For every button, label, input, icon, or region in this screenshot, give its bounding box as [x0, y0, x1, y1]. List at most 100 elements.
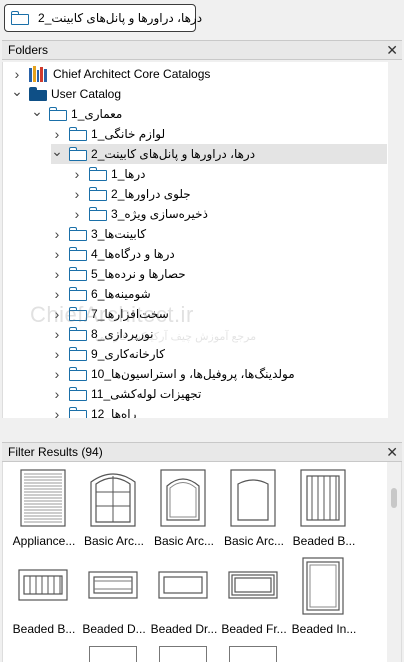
- catalog-item[interactable]: Appliance...: [9, 468, 77, 548]
- folders-panel-header: Folders ✕: [2, 40, 402, 60]
- chevron-right-icon[interactable]: ›: [51, 126, 63, 142]
- tree-item[interactable]: › شومینه‌ها_6: [3, 284, 401, 304]
- tree-item[interactable]: › حصارها و نرده‌ها_5: [3, 264, 401, 284]
- chevron-right-icon[interactable]: ›: [71, 166, 83, 182]
- tree-item-label: تجهیزات لوله‌کشی_11: [91, 387, 202, 401]
- chevron-right-icon[interactable]: ›: [51, 246, 63, 262]
- panel-splitter[interactable]: [2, 418, 402, 438]
- tree-item[interactable]: › سخت‌افزارها_7: [3, 304, 401, 324]
- catalog-item-thumbnail: [227, 468, 279, 528]
- tree-item-label: درها و درگاه‌ها_4: [91, 247, 175, 261]
- catalog-item-caption: Beaded B...: [292, 534, 356, 548]
- chevron-right-icon[interactable]: ›: [51, 226, 63, 242]
- catalog-item[interactable]: Beaded B...: [289, 468, 357, 548]
- folders-panel-title: Folders: [8, 43, 49, 57]
- tree-item-label: شومینه‌ها_6: [91, 287, 151, 301]
- folder-icon: [69, 287, 87, 301]
- folder-icon: [11, 11, 29, 25]
- tree-item[interactable]: › کارخانه‌کاری_9: [3, 344, 401, 364]
- tree-item-label: درها_1: [111, 167, 146, 181]
- tree-item[interactable]: › جلوی دراورها_2: [3, 184, 401, 204]
- filled-folder-icon: [29, 87, 47, 101]
- books-icon: [29, 66, 47, 82]
- catalog-item[interactable]: Beaded In...: [289, 556, 357, 636]
- tree-item[interactable]: › ذخیره‌سازی ویژه_3: [3, 204, 401, 224]
- catalog-item[interactable]: Beaded Fr...: [219, 556, 287, 636]
- tree-item[interactable]: ⌄ User Catalog: [3, 83, 401, 104]
- folder-icon: [89, 207, 107, 221]
- results-scrollbar[interactable]: [387, 462, 401, 662]
- catalog-item-caption: Beaded In...: [291, 622, 357, 636]
- chevron-right-icon[interactable]: ›: [51, 306, 63, 322]
- catalog-item-thumbnail: [227, 556, 279, 616]
- tree-item-label: کارخانه‌کاری_9: [91, 347, 165, 361]
- tree-item[interactable]: ⌄ معماری_1: [3, 103, 401, 124]
- tree-scrollbar[interactable]: [388, 62, 402, 418]
- folder-icon: [69, 147, 87, 161]
- catalog-item[interactable]: Basic Arc...: [79, 468, 147, 548]
- catalog-item-thumbnail: [229, 646, 277, 662]
- scrollbar-thumb[interactable]: [391, 488, 397, 508]
- catalog-item-caption: Basic Arc...: [83, 534, 145, 548]
- filter-panel-title: Filter Results (94): [8, 445, 103, 459]
- chevron-right-icon[interactable]: ›: [71, 206, 83, 222]
- chevron-right-icon[interactable]: ›: [51, 386, 63, 402]
- folder-icon: [89, 187, 107, 201]
- tree-item[interactable]: › تجهیزات لوله‌کشی_11: [3, 384, 401, 404]
- tree-item[interactable]: ⌄ درها، دراورها و پانل‌های کابینت_2: [3, 143, 401, 164]
- folder-icon: [69, 407, 87, 418]
- chevron-right-icon[interactable]: ›: [51, 406, 63, 418]
- tree-item-label: مولدینگ‌ها، پروفیل‌ها، و استراسیون‌ها_10: [91, 367, 295, 381]
- filter-panel-header: Filter Results (94) ✕: [2, 442, 402, 462]
- chevron-right-icon[interactable]: ›: [51, 266, 63, 282]
- tree-item-label: درها، دراورها و پانل‌های کابینت_2: [91, 147, 256, 161]
- catalog-item[interactable]: Basic Arc...: [219, 468, 287, 548]
- chevron-down-icon[interactable]: ⌄: [11, 83, 23, 99]
- chevron-right-icon[interactable]: ›: [51, 366, 63, 382]
- current-path-text: درها، دراورها و پانل‌های کابینت_2: [38, 11, 203, 25]
- catalog-item-caption: Beaded B...: [12, 622, 76, 636]
- catalog-item-thumbnail: [157, 556, 209, 616]
- chevron-right-icon[interactable]: ›: [51, 286, 63, 302]
- chevron-down-icon[interactable]: ⌄: [31, 103, 43, 119]
- tree-item[interactable]: › درها_1: [3, 164, 401, 184]
- catalog-item-thumbnail: [17, 468, 69, 528]
- catalog-item-thumbnail: [89, 646, 137, 662]
- tree-item-label: راه‌ها_12: [91, 407, 137, 418]
- chevron-right-icon[interactable]: ›: [71, 186, 83, 202]
- current-path-field[interactable]: درها، دراورها و پانل‌های کابینت_2: [4, 4, 202, 32]
- catalog-item-thumbnail: [297, 556, 349, 616]
- close-icon[interactable]: ✕: [386, 444, 398, 460]
- folder-icon: [89, 167, 107, 181]
- catalog-item-thumbnail: [157, 468, 209, 528]
- tree-item[interactable]: › درها و درگاه‌ها_4: [3, 244, 401, 264]
- chevron-down-icon[interactable]: ⌄: [51, 143, 63, 159]
- tree-item[interactable]: › کابینت‌ها_3: [3, 224, 401, 244]
- catalog-item-caption: Basic Arc...: [223, 534, 285, 548]
- catalog-item-caption: Beaded Dr...: [150, 622, 218, 636]
- folder-icon: [69, 327, 87, 341]
- chevron-right-icon[interactable]: ›: [11, 66, 23, 82]
- chevron-right-icon[interactable]: ›: [51, 326, 63, 342]
- chevron-right-icon[interactable]: ›: [51, 346, 63, 362]
- tree-item[interactable]: › Chief Architect Core Catalogs: [3, 64, 401, 84]
- folder-tree[interactable]: › Chief Architect Core Catalogs ⌄ User Cata…: [2, 62, 402, 418]
- catalog-item[interactable]: Beaded B...: [9, 556, 77, 636]
- tree-item[interactable]: › مولدینگ‌ها، پروفیل‌ها، و استراسیون‌ها_1…: [3, 364, 401, 384]
- tree-item-label: معماری_1: [71, 107, 123, 121]
- catalog-item-caption: Appliance...: [12, 534, 76, 548]
- tree-item[interactable]: › راه‌ها_12: [3, 404, 401, 418]
- filter-results-grid[interactable]: Appliance... Basic Arc... Basic Arc... Basi…: [2, 462, 402, 662]
- catalog-item[interactable]: Beaded D...: [79, 556, 147, 636]
- tree-item-label: حصارها و نرده‌ها_5: [91, 267, 186, 281]
- folder-icon: [69, 267, 87, 281]
- folder-icon: [69, 347, 87, 361]
- catalog-item-thumbnail: [87, 556, 139, 616]
- folder-icon: [69, 247, 87, 261]
- close-icon[interactable]: ✕: [386, 42, 398, 58]
- catalog-item[interactable]: Beaded Dr...: [149, 556, 217, 636]
- folder-icon: [69, 367, 87, 381]
- tree-item[interactable]: › لوازم خانگی_1: [3, 124, 401, 144]
- watermark-subtitle: مرجع آموزش چیف آرکیتکت فارسی: [95, 331, 257, 343]
- catalog-item[interactable]: Basic Arc...: [149, 468, 217, 548]
